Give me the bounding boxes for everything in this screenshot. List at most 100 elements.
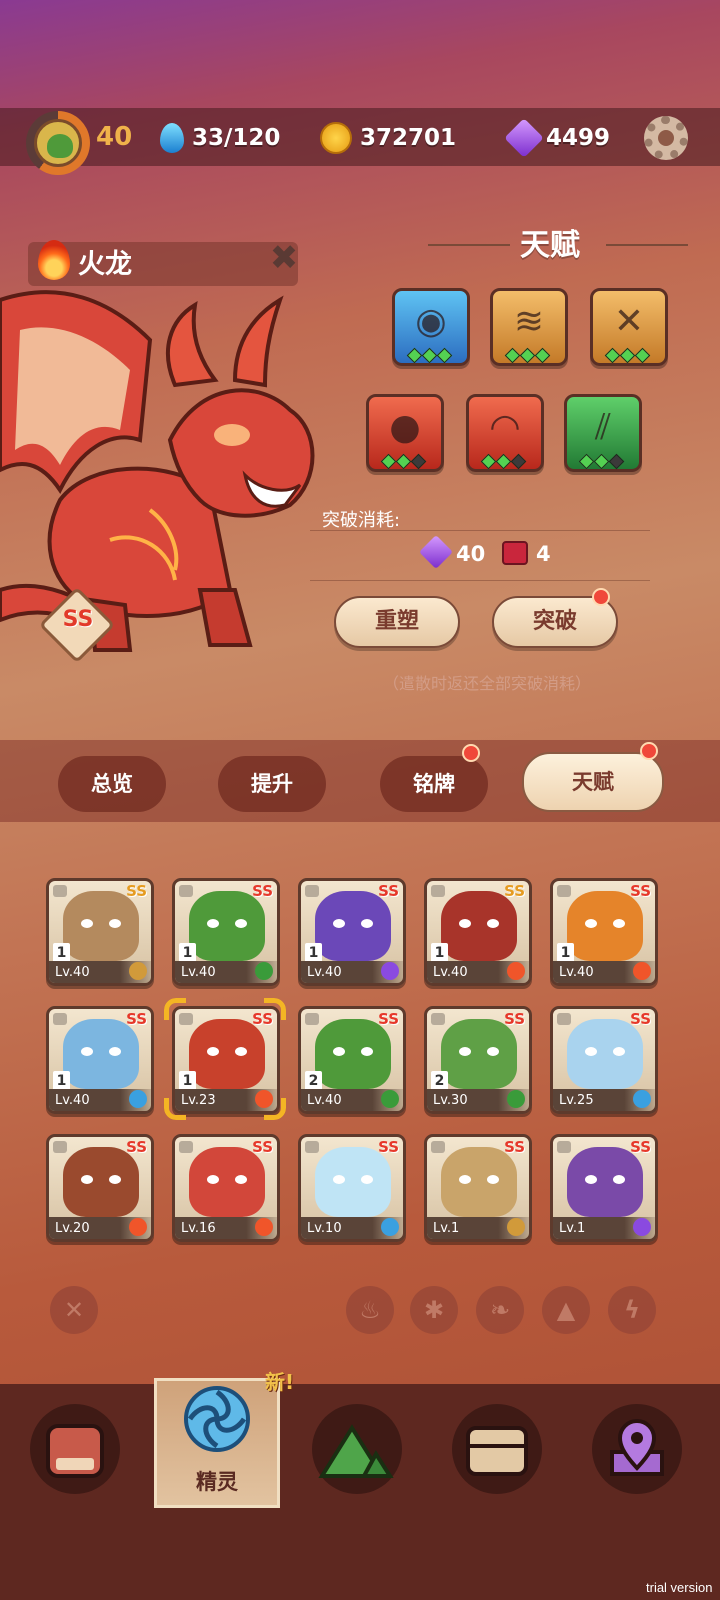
electric-element-icon [633, 1218, 651, 1236]
level-pip [406, 347, 423, 364]
pet-star-count: 1 [53, 943, 70, 963]
pet-portrait [315, 1019, 391, 1089]
pet-card[interactable]: SS 1 Lv.40 [46, 878, 154, 986]
eye-icon[interactable]: ◉ [392, 288, 470, 366]
lock-icon[interactable] [557, 1013, 571, 1025]
tab-upgrade[interactable]: 提升 [218, 756, 326, 812]
lock-icon[interactable] [557, 885, 571, 897]
pet-card[interactable]: SS 1 Lv.40 [298, 878, 406, 986]
fang-mouth-icon[interactable]: ◠ [466, 394, 544, 472]
earth-filter-icon[interactable]: ▲ [542, 1286, 590, 1334]
level-pip [495, 453, 512, 470]
ice-element-icon [129, 1090, 147, 1108]
fire-element-icon [129, 1218, 147, 1236]
pet-star-count: 1 [305, 943, 322, 963]
level-pip [519, 347, 536, 364]
pet-card[interactable]: SS 1 Lv.40 [550, 878, 658, 986]
level-pip [593, 453, 610, 470]
pet-star-count: 1 [557, 943, 574, 963]
cross-slash-icon[interactable]: ✕ [590, 288, 668, 366]
level-pip [510, 453, 527, 470]
pet-card[interactable]: SS Lv.1 [550, 1134, 658, 1242]
pet-rank: SS [630, 1010, 651, 1028]
purple-gem-icon [504, 118, 544, 158]
pet-card[interactable]: SS 1 Lv.40 [424, 878, 532, 986]
dismiss-hint: （遣散时返还全部突破消耗） [382, 674, 591, 693]
pet-card[interactable]: SS 1 Lv.40 [46, 1006, 154, 1114]
lock-icon[interactable] [53, 1013, 67, 1025]
chest-icon[interactable] [452, 1404, 542, 1494]
player-level: 40 [96, 122, 133, 152]
settings-gear-icon[interactable] [644, 116, 688, 160]
pet-portrait [567, 1147, 643, 1217]
pet-level: Lv.40 [55, 1093, 90, 1108]
lock-icon[interactable] [179, 1141, 193, 1153]
fireball-icon[interactable]: ● [366, 394, 444, 472]
energy-value: 33/120 [192, 125, 281, 151]
pet-card[interactable]: SS Lv.1 [424, 1134, 532, 1242]
pet-portrait [441, 1019, 517, 1089]
level-pip [604, 347, 621, 364]
pet-card[interactable]: SS Lv.10 [298, 1134, 406, 1242]
clear-filter-icon[interactable]: ✕ [50, 1286, 98, 1334]
pet-card[interactable]: SS 1 Lv.40 [172, 878, 280, 986]
coin-value: 372701 [360, 125, 457, 151]
talent-glyph: ≋ [513, 301, 545, 342]
energy-counter[interactable]: 33/120 [160, 118, 280, 158]
lock-icon[interactable] [431, 885, 445, 897]
earth-element-icon [507, 1218, 525, 1236]
lock-icon[interactable] [53, 1141, 67, 1153]
level-pip [395, 453, 412, 470]
lock-icon[interactable] [431, 1141, 445, 1153]
pet-star-count: 1 [53, 1071, 70, 1091]
claw-icon[interactable]: ⫽ [564, 394, 642, 472]
lock-icon[interactable] [53, 885, 67, 897]
level-pip [578, 453, 595, 470]
grass-element-icon [381, 1090, 399, 1108]
electric-filter-icon[interactable]: ϟ [608, 1286, 656, 1334]
lock-icon[interactable] [557, 1141, 571, 1153]
reset-button[interactable]: 重塑 [334, 596, 460, 648]
pet-portrait [315, 1147, 391, 1217]
pet-portrait [315, 891, 391, 961]
map-icon[interactable] [592, 1404, 682, 1494]
grass-filter-icon[interactable]: ❧ [476, 1286, 524, 1334]
lock-icon[interactable] [305, 1141, 319, 1153]
cost-gem-value: 40 [456, 542, 486, 566]
tab-nameplate[interactable]: 铭牌 [380, 756, 488, 812]
pet-card[interactable]: SS Lv.20 [46, 1134, 154, 1242]
pet-portrait [441, 891, 517, 961]
pet-level: Lv.16 [181, 1221, 216, 1236]
level-pip [480, 453, 497, 470]
electric-element-icon [381, 962, 399, 980]
lock-icon[interactable] [305, 1013, 319, 1025]
player-avatar[interactable] [34, 119, 82, 167]
pet-card[interactable]: SS 2 Lv.30 [424, 1006, 532, 1114]
lock-icon[interactable] [431, 1013, 445, 1025]
pet-card[interactable]: SS Lv.25 [550, 1006, 658, 1114]
fire-element-icon [255, 1218, 273, 1236]
pet-card[interactable]: SS 2 Lv.40 [298, 1006, 406, 1114]
gem-counter[interactable]: 4499 [504, 118, 610, 158]
level-pip [421, 347, 438, 364]
tab-overview[interactable]: 总览 [58, 756, 166, 812]
fire-filter-icon[interactable]: ♨ [346, 1286, 394, 1334]
pet-rank: SS [378, 882, 399, 900]
lock-icon[interactable] [305, 885, 319, 897]
pet-level: Lv.30 [433, 1093, 468, 1108]
explore-icon[interactable] [312, 1404, 402, 1494]
pet-rank: SS [630, 882, 651, 900]
pet-card[interactable]: SS Lv.16 [172, 1134, 280, 1242]
tab-talent[interactable]: 天赋 [522, 752, 664, 812]
purple-gem-icon [419, 535, 453, 569]
backpack-icon[interactable] [30, 1404, 120, 1494]
talent-level-pips [604, 347, 651, 364]
wing-crest-icon[interactable]: ≋ [490, 288, 568, 366]
lock-icon[interactable] [179, 885, 193, 897]
cost-book-value: 4 [536, 542, 551, 566]
close-icon[interactable]: ✖ [266, 240, 302, 276]
talent-title: 天赋 [520, 228, 580, 263]
coin-counter[interactable]: 372701 [320, 118, 456, 158]
ice-filter-icon[interactable]: ✱ [410, 1286, 458, 1334]
pets-icon [180, 1382, 254, 1460]
